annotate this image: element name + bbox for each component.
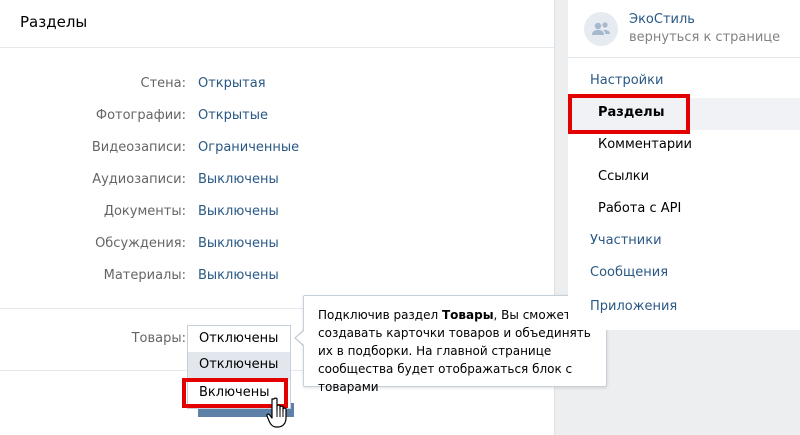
section-row-discussions: Обсуждения: Выключены [0,236,555,256]
group-avatar[interactable] [584,12,618,46]
page-title: Разделы [0,0,554,48]
section-value-link[interactable]: Выключены [198,172,279,187]
section-label: Товары: [131,331,186,346]
back-to-page-link[interactable]: вернуться к странице [629,30,780,45]
section-label: Аудиозаписи: [92,172,186,187]
section-value-link[interactable]: Открытые [198,108,268,123]
section-row-audio: Аудиозаписи: Выключены [0,172,555,192]
group-header[interactable]: ЭкоСтиль вернуться к странице [568,0,800,58]
sidebar-item-members[interactable]: Участники [568,226,800,258]
section-row-materials: Материалы: Выключены [0,268,555,288]
section-row-videos: Видеозаписи: Ограниченные [0,140,555,160]
tooltip-bold: Товары [441,308,494,322]
sidebar: ЭкоСтиль вернуться к странице Настройки … [568,0,800,330]
section-label: Документы: [103,204,186,219]
sidebar-item-messages[interactable]: Сообщения [568,258,800,290]
sidebar-item-comments[interactable]: Комментарии [568,130,800,162]
section-value-link[interactable]: Ограниченные [198,140,299,155]
section-row-documents: Документы: Выключены [0,204,555,224]
section-value-link[interactable]: Открытая [198,76,266,91]
tooltip-arrow-fill [296,331,304,345]
dropdown-option-disabled[interactable]: Отключены [188,352,290,380]
goods-tooltip: Подключив раздел Товары, Вы сможете созд… [303,295,607,394]
section-value-link[interactable]: Выключены [198,204,279,219]
section-value-link[interactable]: Выключены [198,236,279,251]
sidebar-item-links[interactable]: Ссылки [568,162,800,194]
section-label: Видеозаписи: [91,140,186,155]
sidebar-item-apps[interactable]: Приложения [568,292,800,324]
section-row-wall: Стена: Открытая [0,76,555,96]
sidebar-item-api[interactable]: Работа с API [568,194,800,226]
section-label: Материалы: [103,268,186,283]
group-name[interactable]: ЭкоСтиль [629,12,695,27]
section-row-photos: Фотографии: Открытые [0,108,555,128]
section-value-link[interactable]: Выключены [198,268,279,283]
section-label: Фотографии: [95,108,186,123]
goods-select[interactable]: Отключены [187,325,291,353]
highlight-frame-sidebar [568,94,690,134]
section-label: Обсуждения: [95,236,186,251]
section-label: Стена: [140,76,187,91]
tooltip-text-before: Подключив раздел [318,308,442,322]
hand-cursor-icon [266,397,287,428]
users-icon [592,22,610,35]
